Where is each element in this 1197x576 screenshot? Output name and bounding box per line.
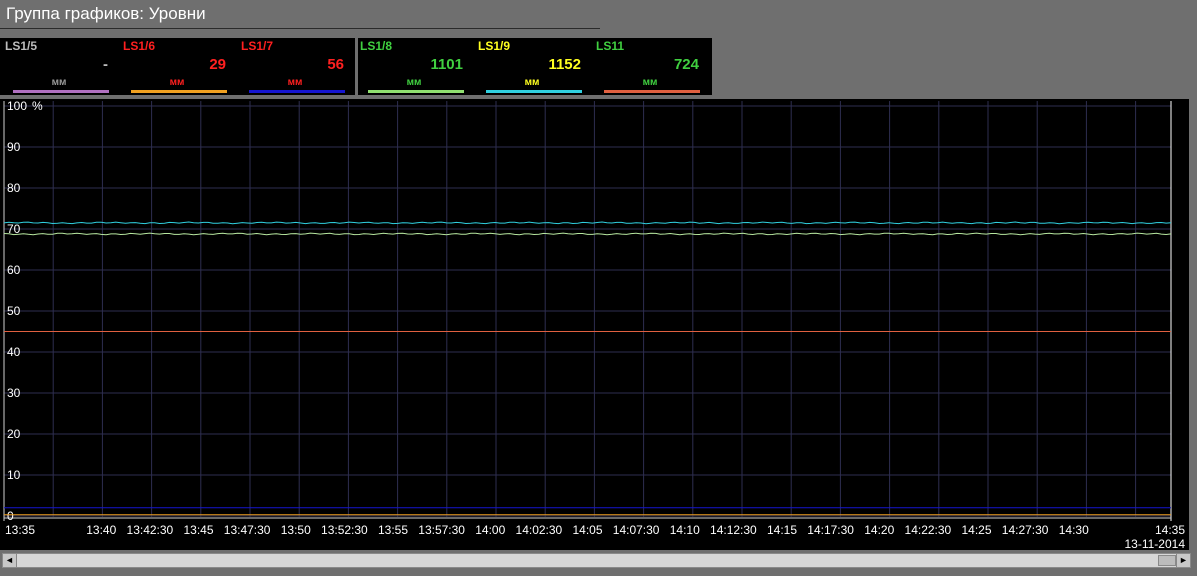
y-tick-label: 90 (7, 140, 21, 154)
x-tick-label: 13:52:30 (321, 523, 368, 537)
x-tick-label: 13:42:30 (127, 523, 174, 537)
date-label: 13-11-2014 (1125, 537, 1186, 550)
level-chart[interactable]: 100 90 80 70 60 50 40 30 20 10 0% 13:35 13:40 13:42:3… (0, 99, 1189, 550)
channel-ls1-7[interactable]: LS1/7 56 мм (236, 38, 354, 95)
channel-ls1-9[interactable]: LS1/9 1152 мм (473, 38, 591, 95)
x-tick-label: 14:17:30 (807, 523, 854, 537)
channel-name: LS11 (596, 39, 625, 53)
channel-value: 1152 (548, 56, 581, 73)
x-tick-label: 14:20 (864, 523, 894, 537)
x-tick-label: 14:05 (572, 523, 602, 537)
channel-name: LS1/8 (360, 39, 393, 53)
x-tick-label: 14:30 (1059, 523, 1089, 537)
channel-value: 724 (673, 56, 699, 73)
x-tick-label: 13:47:30 (224, 523, 271, 537)
y-tick-label: 100 (7, 99, 27, 113)
x-tick-label: 13:55 (378, 523, 408, 537)
x-tick-label: 14:00 (475, 523, 505, 537)
x-tick-label: 14:25 (961, 523, 991, 537)
chart-canvas: 1009080706050403020100%13:35 13:40 13:42:3… (0, 99, 1189, 550)
x-tick-label: 14:02:30 (516, 523, 563, 537)
title-bar: Группа графиков: Уровни (0, 0, 600, 29)
channel-line-sample (131, 90, 227, 93)
x-tick-label: 13:35 (5, 523, 35, 537)
channel-unit: мм (524, 77, 540, 88)
channel-unit: мм (406, 77, 422, 88)
y-tick-label: 20 (7, 427, 21, 441)
x-tick-label: 14:12:30 (710, 523, 757, 537)
y-tick-label: 10 (7, 468, 21, 482)
channel-ls1-8[interactable]: LS1/8 1101 мм (355, 38, 473, 95)
x-tick-label: 14:22:30 (905, 523, 952, 537)
x-tick-label: 14:27:30 (1002, 523, 1049, 537)
channel-ls1-5[interactable]: LS1/5 - мм (0, 38, 118, 95)
x-tick-label: 14:15 (767, 523, 797, 537)
scroll-right-button[interactable]: ► (1176, 554, 1190, 567)
channel-value: 29 (209, 56, 226, 73)
x-tick-label: 13:57:30 (418, 523, 465, 537)
channel-unit: мм (287, 77, 303, 88)
channel-unit: мм (169, 77, 185, 88)
y-tick-label: 50 (7, 304, 21, 318)
channel-name: LS1/5 (5, 39, 38, 53)
channel-value: 1101 (430, 56, 463, 73)
y-tick-label: 60 (7, 263, 21, 277)
channel-unit: мм (51, 77, 67, 88)
y-tick-label: 40 (7, 345, 21, 359)
window-title: Группа графиков: Уровни (6, 4, 206, 23)
y-tick-label: 80 (7, 181, 21, 195)
x-tick-label: 13:50 (281, 523, 311, 537)
channel-unit: мм (642, 77, 658, 88)
channel-name: LS1/7 (241, 39, 274, 53)
x-tick-label: 14:35 (1155, 523, 1185, 537)
channel-ls11[interactable]: LS11 724 мм (591, 38, 709, 95)
scroll-thumb[interactable] (1158, 555, 1176, 566)
channel-line-sample (249, 90, 345, 93)
x-tick-label: 14:07:30 (613, 523, 660, 537)
scroll-left-button[interactable]: ◄ (3, 554, 17, 567)
channel-line-sample (368, 90, 464, 93)
channel-value: 56 (327, 56, 344, 73)
channel-name: LS1/6 (123, 39, 156, 53)
x-tick-label: 14:10 (670, 523, 700, 537)
y-unit-label: % (32, 99, 43, 113)
channel-ls1-6[interactable]: LS1/6 29 мм (118, 38, 236, 95)
channel-line-sample (604, 90, 700, 93)
channel-line-sample (13, 90, 109, 93)
y-tick-label: 0 (7, 509, 14, 523)
x-tick-label: 13:45 (183, 523, 213, 537)
y-tick-label: 30 (7, 386, 21, 400)
channel-name: LS1/9 (478, 39, 511, 53)
x-tick-label: 13:40 (86, 523, 116, 537)
time-scrollbar[interactable]: ◄ ► (2, 553, 1191, 568)
channel-line-sample (486, 90, 582, 93)
channel-value: - (103, 56, 108, 73)
channel-legend: LS1/5 - мм LS1/6 29 мм LS1/7 56 мм LS1/8… (0, 38, 712, 95)
